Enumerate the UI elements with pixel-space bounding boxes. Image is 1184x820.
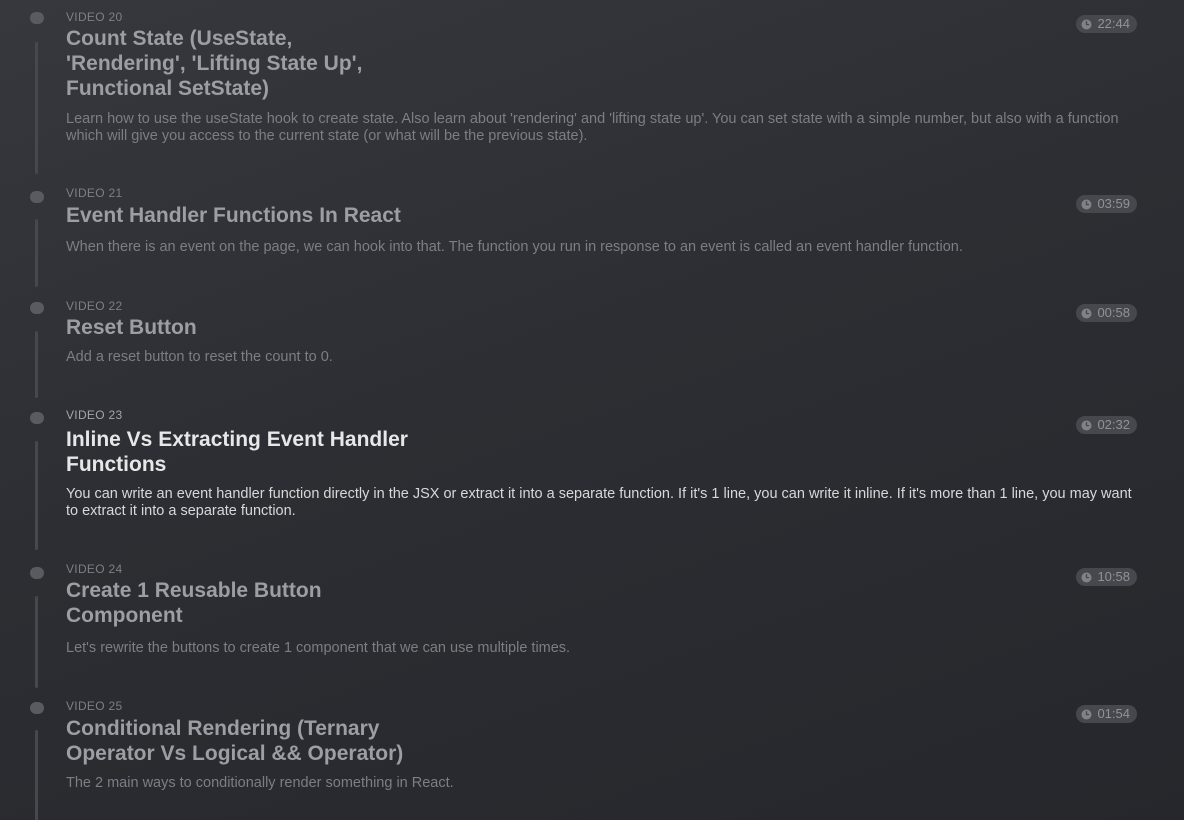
- timeline-dot: [30, 567, 44, 579]
- video-item[interactable]: VIDEO 20 Count State (UseState, 'Renderi…: [0, 0, 1184, 185]
- video-title[interactable]: Inline Vs Extracting Event Handler Funct…: [66, 427, 426, 477]
- clock-icon: [1081, 709, 1092, 719]
- duration-text: 02:32: [1097, 417, 1130, 432]
- timeline-dot: [30, 412, 44, 424]
- video-title[interactable]: Create 1 Reusable Button Component: [66, 578, 341, 628]
- video-number: VIDEO 20: [66, 10, 123, 24]
- duration-text: 22:44: [1097, 16, 1130, 31]
- video-number: VIDEO 24: [66, 562, 123, 576]
- timeline-line: [35, 331, 38, 398]
- duration-badge: 02:32: [1076, 416, 1137, 434]
- clock-icon: [1081, 199, 1092, 209]
- clock-icon: [1081, 308, 1092, 318]
- timeline-line: [35, 730, 38, 820]
- video-item[interactable]: VIDEO 21 Event Handler Functions In Reac…: [0, 185, 1184, 295]
- video-item[interactable]: VIDEO 24 Create 1 Reusable Button Compon…: [0, 558, 1184, 695]
- video-description: When there is an event on the page, we c…: [66, 239, 963, 255]
- video-item-active[interactable]: VIDEO 23 Inline Vs Extracting Event Hand…: [0, 403, 1184, 558]
- duration-badge: 03:59: [1076, 195, 1137, 213]
- timeline-dot: [30, 302, 44, 314]
- clock-icon: [1081, 19, 1092, 29]
- video-number: VIDEO 21: [66, 186, 123, 200]
- timeline-dot: [30, 191, 44, 203]
- video-item[interactable]: VIDEO 25 Conditional Rendering (Ternary …: [0, 695, 1184, 820]
- duration-text: 01:54: [1097, 706, 1130, 721]
- timeline-dot: [30, 12, 44, 24]
- duration-badge: 10:58: [1076, 568, 1137, 586]
- video-title[interactable]: Event Handler Functions In React: [66, 203, 566, 228]
- video-number: VIDEO 22: [66, 299, 123, 313]
- timeline-line: [35, 219, 38, 287]
- duration-text: 03:59: [1097, 196, 1130, 211]
- video-description: The 2 main ways to conditionally render …: [66, 775, 454, 791]
- video-title[interactable]: Reset Button: [66, 315, 426, 340]
- video-number: VIDEO 23: [66, 408, 123, 422]
- video-description: Learn how to use the useState hook to cr…: [66, 111, 1119, 144]
- duration-badge: 01:54: [1076, 705, 1137, 723]
- duration-text: 10:58: [1097, 569, 1130, 584]
- timeline-dot: [30, 702, 44, 714]
- clock-icon: [1081, 572, 1092, 582]
- video-item[interactable]: VIDEO 22 Reset Button Add a reset button…: [0, 295, 1184, 403]
- duration-badge: 22:44: [1076, 15, 1137, 33]
- timeline-line: [35, 596, 38, 688]
- video-title[interactable]: Count State (UseState, 'Rendering', 'Lif…: [66, 26, 386, 101]
- video-description: You can write an event handler function …: [66, 486, 1132, 519]
- duration-badge: 00:58: [1076, 304, 1137, 322]
- timeline-line: [35, 441, 38, 550]
- video-number: VIDEO 25: [66, 699, 123, 713]
- video-description: Let's rewrite the buttons to create 1 co…: [66, 640, 571, 656]
- clock-icon: [1081, 420, 1092, 430]
- duration-text: 00:58: [1097, 305, 1130, 320]
- video-title[interactable]: Conditional Rendering (Ternary Operator …: [66, 716, 416, 766]
- video-description: Add a reset button to reset the count to…: [66, 349, 333, 365]
- timeline-line: [35, 42, 38, 174]
